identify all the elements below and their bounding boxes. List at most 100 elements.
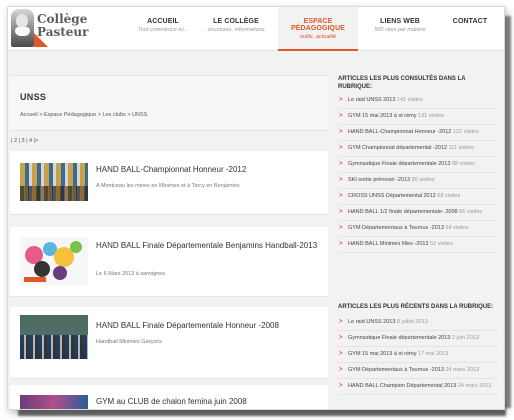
sidebar: ARTICLES LES PLUS CONSULTÉS DANS LA RUBR… [334,67,502,409]
recent-list: > Le raid UNSS 2013 8 juillet 2013 > Gymna… [338,315,498,395]
breadcrumb[interactable]: Accueil > Espace Pédagogique > Les clubs… [20,112,147,118]
most-read-list: > Le raid UNSS 2013 141 visites > GYM 15 m… [338,93,498,253]
logo-text: Collège Pasteur [37,13,88,39]
nav-label: LIENS WEB [380,18,420,25]
nav-sublabel: Tout commence ici... [137,27,189,33]
chevron-right-icon: > [339,351,343,357]
chevron-right-icon: > [339,129,343,135]
most-read-heading: ARTICLES LES PLUS CONSULTÉS DANS LA RUBR… [338,76,466,90]
nav-label: CONTACT [452,18,488,25]
article-card[interactable]: HAND BALL-Championnat Honneur -2012 A Mo… [10,151,328,215]
nav-label: LE COLLÈGE [213,18,259,25]
item-label: HAND BALL 1/2 finale départementale- 200… [348,209,458,215]
item-label: Le raid UNSS 2013 [348,319,396,325]
list-item[interactable]: > GYM 15 mai 2013 à st rémy 17 mai 2013 [338,347,498,363]
nav-contact[interactable]: CONTACT [442,7,498,51]
item-label: HAND BALL Champion Départemental 2013 [348,383,457,389]
list-item[interactable]: > Gymnastique Finale départementale 2013 … [338,331,498,347]
article-thumbnail[interactable] [20,163,88,201]
item-label: GYM Championnat départemental -2012 [348,145,448,151]
nav-label: ACCUEIL [147,18,179,25]
item-meta: 52 visites [430,241,453,247]
nav-label: ESPACE PÉDAGOGIQUE [291,18,345,32]
nav-le-college[interactable]: LE COLLÈGE structures, informations [194,7,278,51]
item-meta: 80 visites [411,177,435,183]
item-meta: 66 visites [459,209,483,215]
article-title[interactable]: HAND BALL Finale Départementale Honneur … [96,321,324,331]
item-meta: 88 visites [451,161,475,167]
chevron-right-icon: > [339,97,343,103]
item-label: GYM Départementaux à Tournus -2013 [348,225,444,231]
item-meta: 24 mars 2013 [445,367,480,373]
list-item[interactable]: > SKI sortie prénovel -2013 80 visites [338,173,498,189]
article-card[interactable]: HAND BALL Finale Départementale Benjamin… [10,227,328,297]
list-item[interactable]: > GYM Départementaux à Tournus -2013 24 m… [338,363,498,379]
list-item[interactable]: > GYM Championnat départemental -2012 111… [338,141,498,157]
article-subtitle: Handball Minimes Garçons [96,339,163,345]
portrait-icon [11,9,34,47]
chevron-right-icon: > [339,367,343,373]
item-label: SKI sortie prénovel -2013 [348,177,411,183]
main-content: UNSS Accueil > Espace Pédagogique > Les … [8,67,328,409]
item-meta: 17 mai 2013 [418,351,449,357]
list-item[interactable]: > Gymnastique Finale départementale 2013 … [338,157,498,173]
chevron-right-icon: > [339,193,343,199]
item-label: GYM Départementaux à Tournus -2013 [348,367,444,373]
article-card[interactable]: HAND BALL Finale Départementale Honneur … [10,307,328,379]
pagination[interactable]: | 2 | 3 | 4 |> [11,138,38,144]
poster-graphic [20,237,88,285]
article-title[interactable]: HAND BALL-Championnat Honneur -2012 [96,165,324,175]
article-card[interactable]: GYM au CLUB de chalon femina juin 2008 [10,385,328,409]
item-meta: 141 visites [396,97,423,103]
list-item[interactable]: > CROSS UNSS Départemental 2012 68 visite… [338,189,498,205]
main-nav: ACCUEIL Tout commence ici... LE COLLÈGE … [132,7,498,51]
browser-page: Collège Pasteur ACCUEIL Tout commence ic… [7,6,505,410]
recent-heading: ARTICLES LES PLUS RÉCENTS DANS LA RUBRIQ… [338,304,494,310]
list-item[interactable]: > GYM 15 mai 2013 à st rémy 131 visites [338,109,498,125]
article-thumbnail[interactable] [20,237,88,285]
nav-accueil[interactable]: ACCUEIL Tout commence ici... [132,7,194,51]
list-item[interactable]: > Le raid UNSS 2013 8 juillet 2013 [338,315,498,331]
nav-espace-pedagogique[interactable]: ESPACE PÉDAGOGIQUE outils, actualité [278,7,358,51]
chevron-right-icon: > [339,177,343,183]
page-title: UNSS [20,92,47,102]
list-item[interactable]: > GYM Départementaux à Tournus -2013 64 v… [338,221,498,237]
item-label: Gymnastique Finale départementale 2013 [348,335,451,341]
chevron-right-icon: > [339,209,343,215]
chevron-right-icon: > [339,145,343,151]
nav-sublabel: 500 sites par matière [374,27,426,33]
item-label: GYM 15 mai 2013 à st rémy [348,113,417,119]
nav-sublabel: structures, informations [207,27,265,33]
logo-line-2: Pasteur [37,25,89,39]
item-label: GYM 15 mai 2013 à st rémy [348,351,417,357]
page-title-box: UNSS Accueil > Espace Pédagogique > Les … [10,75,328,131]
site-logo[interactable]: Collège Pasteur [11,9,129,49]
chevron-right-icon: > [339,241,343,247]
article-title[interactable]: HAND BALL Finale Départementale Benjamin… [96,241,324,251]
item-meta: 131 visites [418,113,445,119]
item-meta: 68 visites [437,193,461,199]
list-item[interactable]: > HAND BALL 1/2 finale départementale- 20… [338,205,498,221]
list-item[interactable]: > HAND BALL Minimes filles -2013 52 visit… [338,237,498,253]
site-header: Collège Pasteur ACCUEIL Tout commence ic… [8,7,504,51]
list-item[interactable]: > Le raid UNSS 2013 141 visites [338,93,498,109]
chevron-right-icon: > [339,335,343,341]
item-meta: 2 juin 2013 [451,335,479,341]
item-label: CROSS UNSS Départemental 2012 [348,193,436,199]
item-label: Gymnastique Finale départementale 2013 [348,161,451,167]
article-thumbnail[interactable] [20,395,88,409]
chevron-right-icon: > [339,161,343,167]
article-thumbnail[interactable] [20,315,88,359]
nav-liens-web[interactable]: LIENS WEB 500 sites par matière [358,7,442,51]
article-subtitle: Le 6 Mars 2013 à sanvignes [96,271,166,277]
list-item[interactable]: > HAND BALL Champion Départemental 2013 2… [338,379,498,395]
item-label: HAND BALL-Championnat Honneur -2012 [348,129,452,135]
item-meta: 8 juillet 2013 [396,319,428,325]
item-meta: 64 visites [445,225,469,231]
article-title[interactable]: GYM au CLUB de chalon femina juin 2008 [96,397,324,407]
list-item[interactable]: > HAND BALL-Championnat Honneur -2012 122… [338,125,498,141]
chevron-right-icon: > [339,319,343,325]
item-label: Le raid UNSS 2013 [348,97,396,103]
chevron-right-icon: > [339,113,343,119]
item-meta: 24 mars 2013 [457,383,492,389]
